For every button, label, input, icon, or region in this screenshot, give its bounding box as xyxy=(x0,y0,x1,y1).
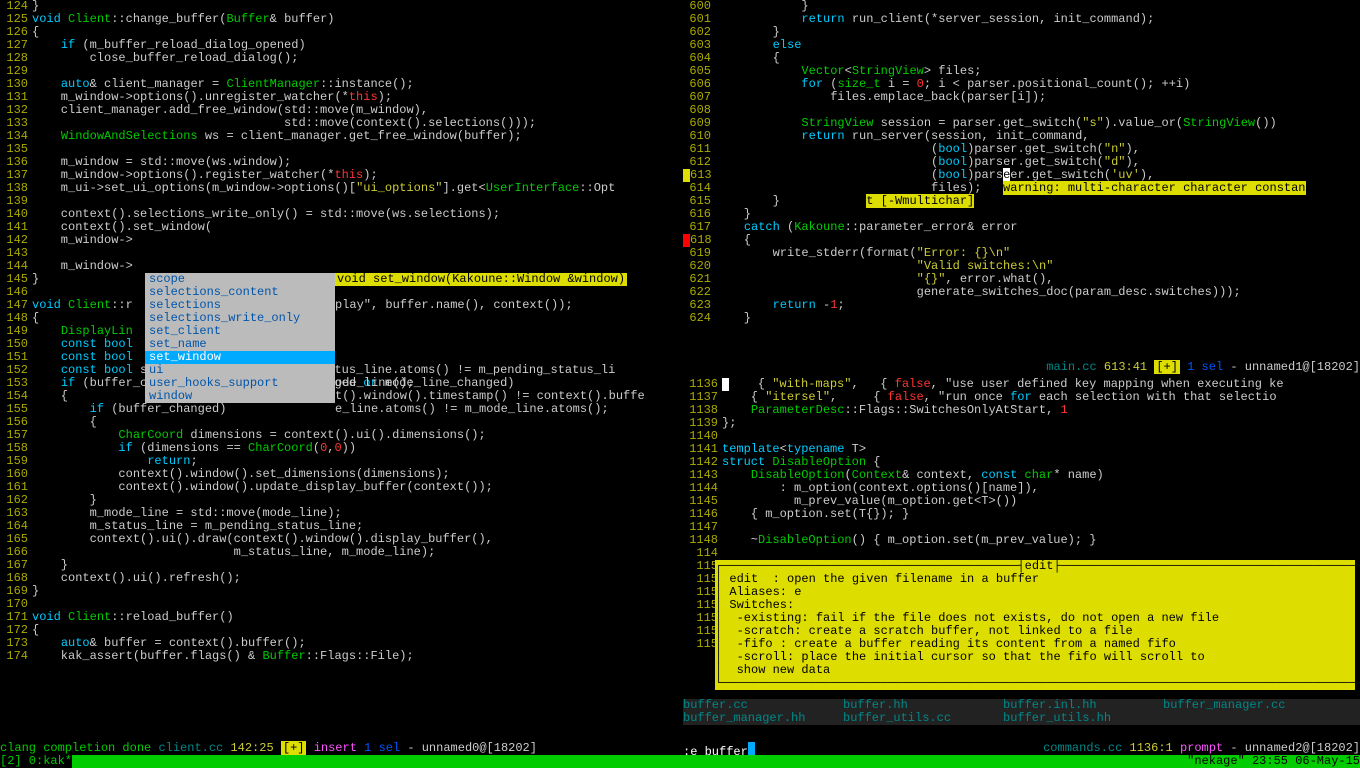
completion-popup[interactable]: scopeselections_contentselectionsselecti… xyxy=(145,273,335,403)
buffer-completion-list[interactable]: buffer.ccbuffer.hhbuffer.inl.hhbuffer_ma… xyxy=(683,699,1360,725)
top-right-pane[interactable]: 600 }601 return run_client(*server_sessi… xyxy=(683,0,1360,360)
completion-item[interactable]: window xyxy=(145,390,335,403)
top-right-status-bar: main.cc 613:41 [+] 1 sel - unnamed1@[182… xyxy=(683,361,1360,374)
buffer-completion-item[interactable]: buffer_utils.hh xyxy=(1003,712,1163,725)
buffer-completion-item[interactable]: buffer_utils.cc xyxy=(843,712,1003,725)
help-box: ┌───────────────────────────────────────… xyxy=(715,560,1355,690)
prompt-cursor xyxy=(748,742,755,755)
left-status-bar: clang completion done client.cc 142:25 [… xyxy=(0,742,680,755)
completion-item[interactable]: set_window xyxy=(145,351,335,364)
buffer-completion-item[interactable]: buffer_manager.cc xyxy=(1163,699,1323,712)
tmux-status-bar: [2] 0:kak* "nekage" 23:55 06-May-15 xyxy=(0,755,1360,768)
signature-hint: void set_window(Kakoune::Window &window) xyxy=(335,273,627,286)
buffer-completion-item[interactable]: buffer_manager.hh xyxy=(683,712,843,725)
